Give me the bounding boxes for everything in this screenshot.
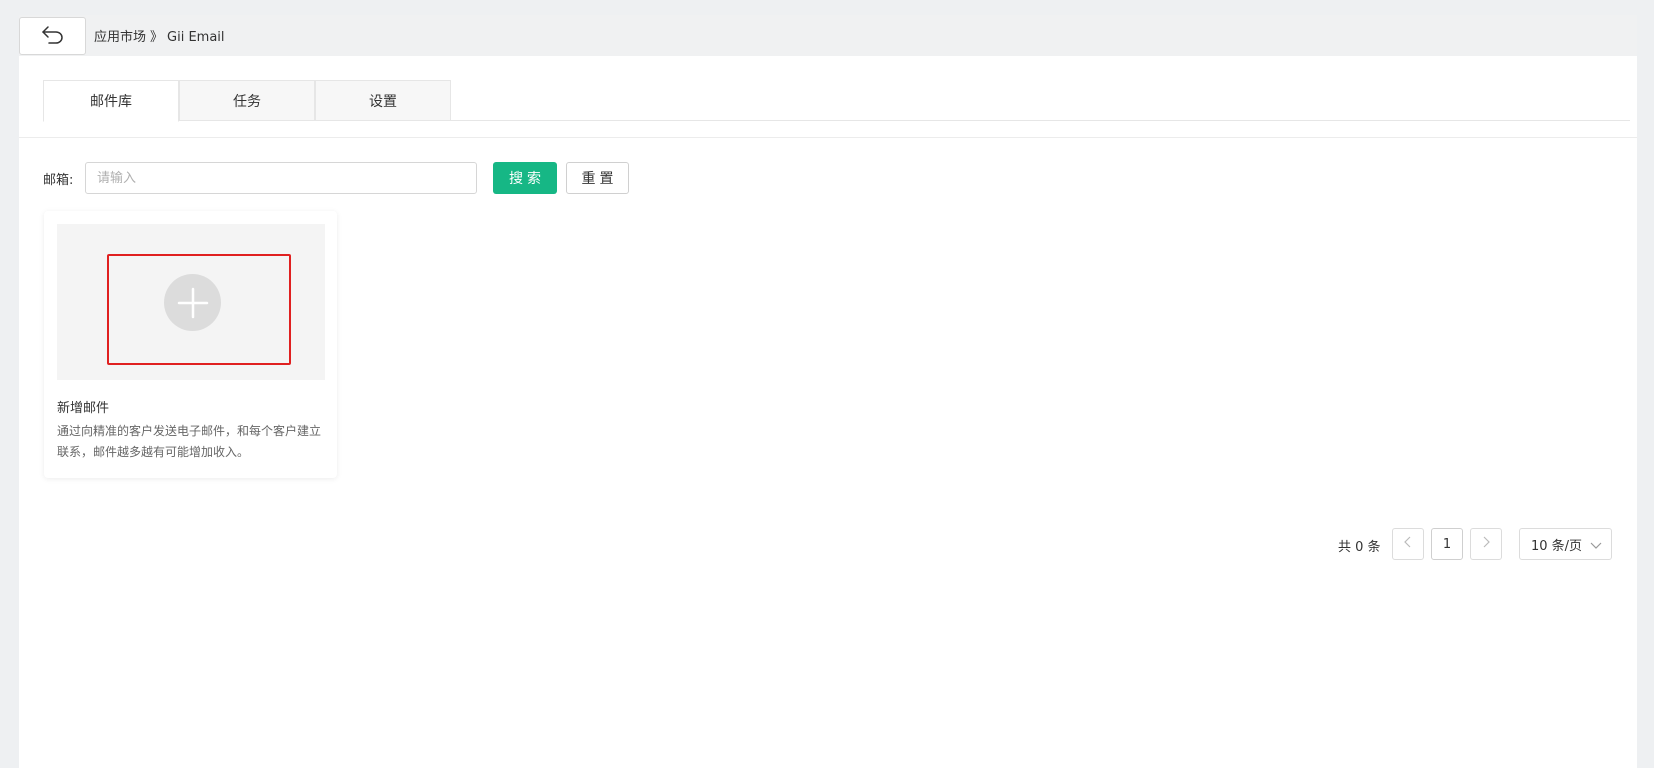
breadcrumb-separator: 》	[150, 30, 164, 45]
reset-button[interactable]: 重置	[566, 162, 629, 194]
tab-settings[interactable]: 设置	[315, 80, 451, 121]
email-filter-label: 邮箱:	[43, 173, 74, 188]
search-button[interactable]: 搜索	[493, 162, 557, 194]
page-size-value: 10 条/页	[1531, 538, 1583, 554]
main-panel: 邮件库 任务 设置 邮箱: 搜索 重置 新增邮件 通过向精准的客户发送电子邮件，…	[19, 56, 1637, 768]
top-bar: 应用市场》 Gii Email	[19, 15, 1637, 56]
card-description: 通过向精准的客户发送电子邮件，和每个客户建立联系，邮件越多越有可能增加收入。	[57, 424, 322, 459]
tab-bar: 邮件库 任务 设置	[43, 80, 1630, 122]
add-mail-card[interactable]: 新增邮件 通过向精准的客户发送电子邮件，和每个客户建立联系，邮件越多越有可能增加…	[44, 211, 337, 478]
card-title: 新增邮件	[57, 401, 110, 416]
chevron-down-icon	[1590, 539, 1602, 554]
breadcrumb-current: Gii Email	[167, 30, 225, 45]
chevron-right-icon	[1481, 536, 1491, 552]
pagination-total: 共 0 条	[1338, 540, 1381, 555]
breadcrumb: 应用市场》 Gii Email	[94, 26, 225, 45]
tab-tasks[interactable]: 任务	[179, 80, 315, 121]
chevron-left-icon	[1403, 536, 1413, 552]
back-arrow-icon	[41, 24, 65, 48]
back-button[interactable]	[19, 17, 86, 55]
card-cover	[57, 224, 325, 380]
prev-page-button[interactable]	[1392, 528, 1424, 560]
breadcrumb-root[interactable]: 应用市场	[94, 30, 146, 45]
page-number-button[interactable]: 1	[1431, 528, 1463, 560]
page-size-select[interactable]: 10 条/页	[1519, 528, 1612, 560]
divider	[19, 137, 1637, 138]
plus-icon[interactable]	[164, 274, 221, 331]
next-page-button[interactable]	[1470, 528, 1502, 560]
tab-mail-library[interactable]: 邮件库	[43, 80, 179, 122]
email-search-input[interactable]	[85, 162, 477, 194]
